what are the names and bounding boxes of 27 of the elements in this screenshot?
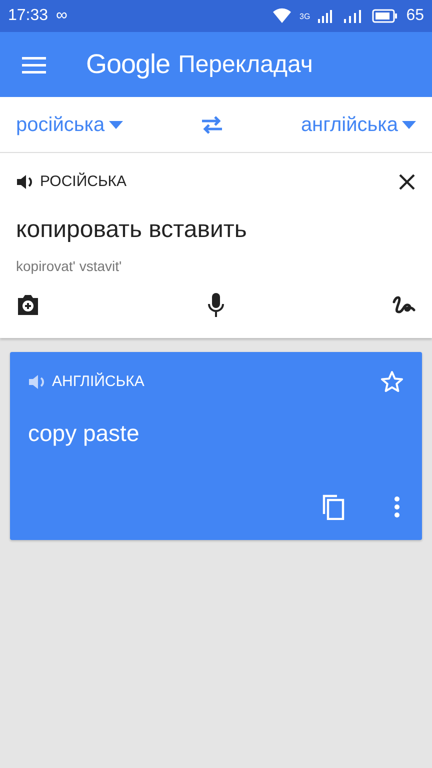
app-title: Перекладач (178, 50, 313, 80)
more-options-button[interactable] (394, 496, 400, 518)
translation-text: copy paste (28, 419, 140, 448)
handwriting-button[interactable] (392, 294, 416, 316)
caret-icon (108, 120, 123, 128)
copy-button[interactable] (322, 494, 346, 520)
status-glyph: ∞ (56, 6, 68, 26)
microphone-button[interactable] (207, 292, 225, 316)
transliteration-text: kopirovat' vstavit' (16, 256, 123, 276)
battery-icon (372, 9, 398, 23)
wifi-icon (272, 8, 292, 24)
target-language-label: АНГЛІЙСЬКА (52, 372, 144, 392)
signal-icon (318, 9, 334, 23)
source-language-label: РОСІЙСЬКА (40, 172, 127, 192)
caret-icon (402, 120, 416, 128)
clock-time: 17:33 (8, 6, 48, 26)
target-language-dropdown[interactable]: англійська (300, 110, 416, 140)
swap-languages-button[interactable] (200, 114, 224, 134)
network-label: 3G (300, 11, 310, 23)
source-text: копировать вставить (16, 214, 248, 244)
source-language-dropdown[interactable]: російська (16, 110, 123, 140)
close-button[interactable] (398, 173, 416, 192)
menu-button[interactable] (22, 56, 46, 74)
battery-percent: 65 (406, 6, 424, 26)
star-button[interactable] (380, 370, 404, 394)
brand-logo: Google (86, 48, 170, 82)
camera-button[interactable] (16, 294, 40, 316)
